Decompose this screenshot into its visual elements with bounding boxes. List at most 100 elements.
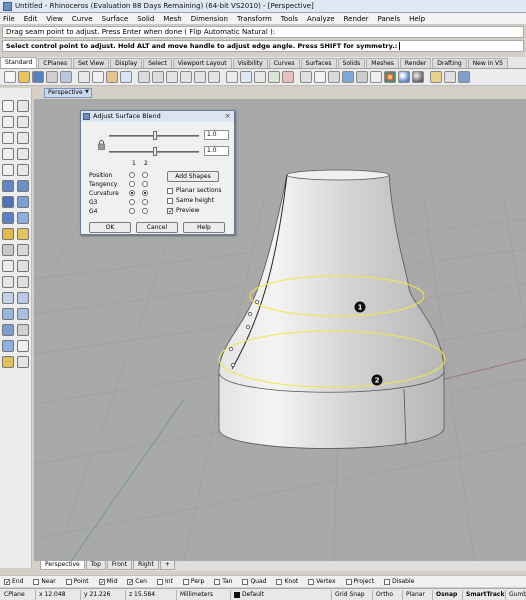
rotate-view-icon[interactable] [152, 71, 164, 83]
print-icon[interactable] [46, 71, 58, 83]
tab-meshes[interactable]: Meshes [366, 58, 399, 68]
surface-from-points-icon[interactable] [2, 180, 14, 192]
viewport-tab-perspective[interactable]: Perspective [40, 561, 85, 570]
points-on-icon[interactable] [2, 324, 14, 336]
select-all-icon[interactable] [254, 71, 266, 83]
status-osnap[interactable]: Osnap [434, 590, 463, 600]
osnap-near-checkbox[interactable] [33, 578, 40, 585]
osnap-int[interactable]: Int [156, 578, 173, 585]
osnap-point-checkbox[interactable] [65, 578, 72, 585]
blend-slider-1-thumb[interactable] [153, 131, 157, 140]
paste-icon[interactable] [106, 71, 118, 83]
copy-icon[interactable] [92, 71, 104, 83]
dialog-close-icon[interactable]: × [223, 112, 232, 120]
status-gumball[interactable]: Gumball [507, 590, 526, 600]
menu-solid[interactable]: Solid [137, 15, 154, 23]
radio-g4-2[interactable] [142, 208, 148, 214]
move-icon[interactable] [268, 71, 280, 83]
cylinder-icon[interactable] [2, 212, 14, 224]
osnap-vertex-checkbox[interactable] [308, 578, 315, 585]
tab-drafting[interactable]: Drafting [432, 58, 467, 68]
menu-panels[interactable]: Panels [378, 15, 401, 23]
zoom-dynamic-icon[interactable] [166, 71, 178, 83]
same-height-checkbox[interactable] [167, 198, 173, 204]
cut-icon[interactable] [78, 71, 90, 83]
sphere-icon[interactable] [17, 196, 29, 208]
add-viewport-tab-icon[interactable]: + [159, 561, 175, 570]
transform-icon[interactable] [17, 356, 29, 368]
trim-icon[interactable] [17, 244, 29, 256]
mirror-icon[interactable] [17, 292, 29, 304]
radio-tangency-2[interactable] [142, 181, 148, 187]
cplane-icon[interactable] [240, 71, 252, 83]
radio-curvature-2[interactable] [142, 190, 148, 196]
osnap-knot[interactable]: Knot [276, 578, 298, 585]
status-planar[interactable]: Planar [404, 590, 433, 600]
pan-icon[interactable] [138, 71, 150, 83]
osnap-project-checkbox[interactable] [345, 578, 352, 585]
tab-viewport-layout[interactable]: Viewport Layout [172, 58, 232, 68]
menu-file[interactable]: File [3, 15, 15, 23]
split-icon[interactable] [2, 260, 14, 272]
extrude-surface-icon[interactable] [17, 180, 29, 192]
ellipse-icon[interactable] [2, 148, 14, 160]
box-icon[interactable] [2, 196, 14, 208]
save-icon[interactable] [32, 71, 44, 83]
tab-display[interactable]: Display [110, 58, 143, 68]
help-icon[interactable] [458, 71, 470, 83]
blend-slider-2-thumb[interactable] [153, 147, 157, 156]
blend-value-2-field[interactable]: 1.0 [204, 146, 229, 156]
polyline-icon[interactable] [2, 116, 14, 128]
freeform-icon[interactable] [17, 164, 29, 176]
menu-mesh[interactable]: Mesh [163, 15, 181, 23]
rotate-icon[interactable] [17, 276, 29, 288]
light-icon[interactable] [430, 71, 442, 83]
tab-set-view[interactable]: Set View [73, 58, 110, 68]
rendered-icon[interactable] [370, 71, 382, 83]
menu-help[interactable]: Help [409, 15, 425, 23]
point-icon[interactable] [17, 100, 29, 112]
osnap-perp[interactable]: Perp [182, 578, 204, 585]
osnap-project[interactable]: Project [345, 578, 374, 585]
menu-render[interactable]: Render [344, 15, 369, 23]
boolean-union-icon[interactable] [17, 308, 29, 320]
preview-checkbox[interactable]: ✓ [167, 208, 173, 215]
scale-icon[interactable] [2, 292, 14, 304]
menu-edit[interactable]: Edit [24, 15, 38, 23]
radio-tangency-1[interactable] [129, 181, 135, 187]
layer-icon[interactable] [328, 71, 340, 83]
viewport-tab-right[interactable]: Right [133, 561, 159, 570]
add-shapes-button[interactable]: Add Shapes [167, 171, 219, 182]
curve-icon[interactable] [17, 116, 29, 128]
tab-render[interactable]: Render [399, 58, 432, 68]
osnap-quad-checkbox[interactable] [242, 578, 249, 585]
lock-icon[interactable] [98, 140, 105, 150]
help-button[interactable]: Help [183, 222, 225, 233]
menu-surface[interactable]: Surface [102, 15, 129, 23]
tab-visibility[interactable]: Visibility [232, 58, 268, 68]
color-wheel-icon[interactable] [384, 71, 396, 83]
radio-g3-1[interactable] [129, 199, 135, 205]
osnap-mid-checkbox[interactable]: ✓ [98, 578, 105, 585]
viewport-tab-front[interactable]: Front [106, 561, 133, 570]
osnap-knot-checkbox[interactable] [276, 578, 283, 585]
check-icon[interactable] [17, 340, 29, 352]
osnap-disable[interactable]: Disable [384, 578, 414, 585]
viewport-menu-chevron-down-icon[interactable]: ▼ [85, 89, 89, 95]
options-icon[interactable] [444, 71, 456, 83]
material-icon[interactable] [412, 71, 424, 83]
osnap-tan[interactable]: Tan [214, 578, 232, 585]
analyze-icon[interactable] [2, 340, 14, 352]
menu-view[interactable]: View [46, 15, 63, 23]
points-off-icon[interactable] [17, 324, 29, 336]
command-prompt[interactable]: Select control point to adjust. Hold ALT… [2, 40, 524, 52]
radio-position-1[interactable] [129, 172, 135, 178]
tab-new-in-v5[interactable]: New in V5 [467, 58, 508, 68]
new-file-icon[interactable] [4, 71, 16, 83]
shaded-icon[interactable] [356, 71, 368, 83]
rectangle-icon[interactable] [17, 148, 29, 160]
tab-select[interactable]: Select [143, 58, 172, 68]
polygon-icon[interactable] [2, 164, 14, 176]
fillet-icon[interactable] [2, 244, 14, 256]
radio-curvature-1[interactable] [129, 190, 135, 196]
